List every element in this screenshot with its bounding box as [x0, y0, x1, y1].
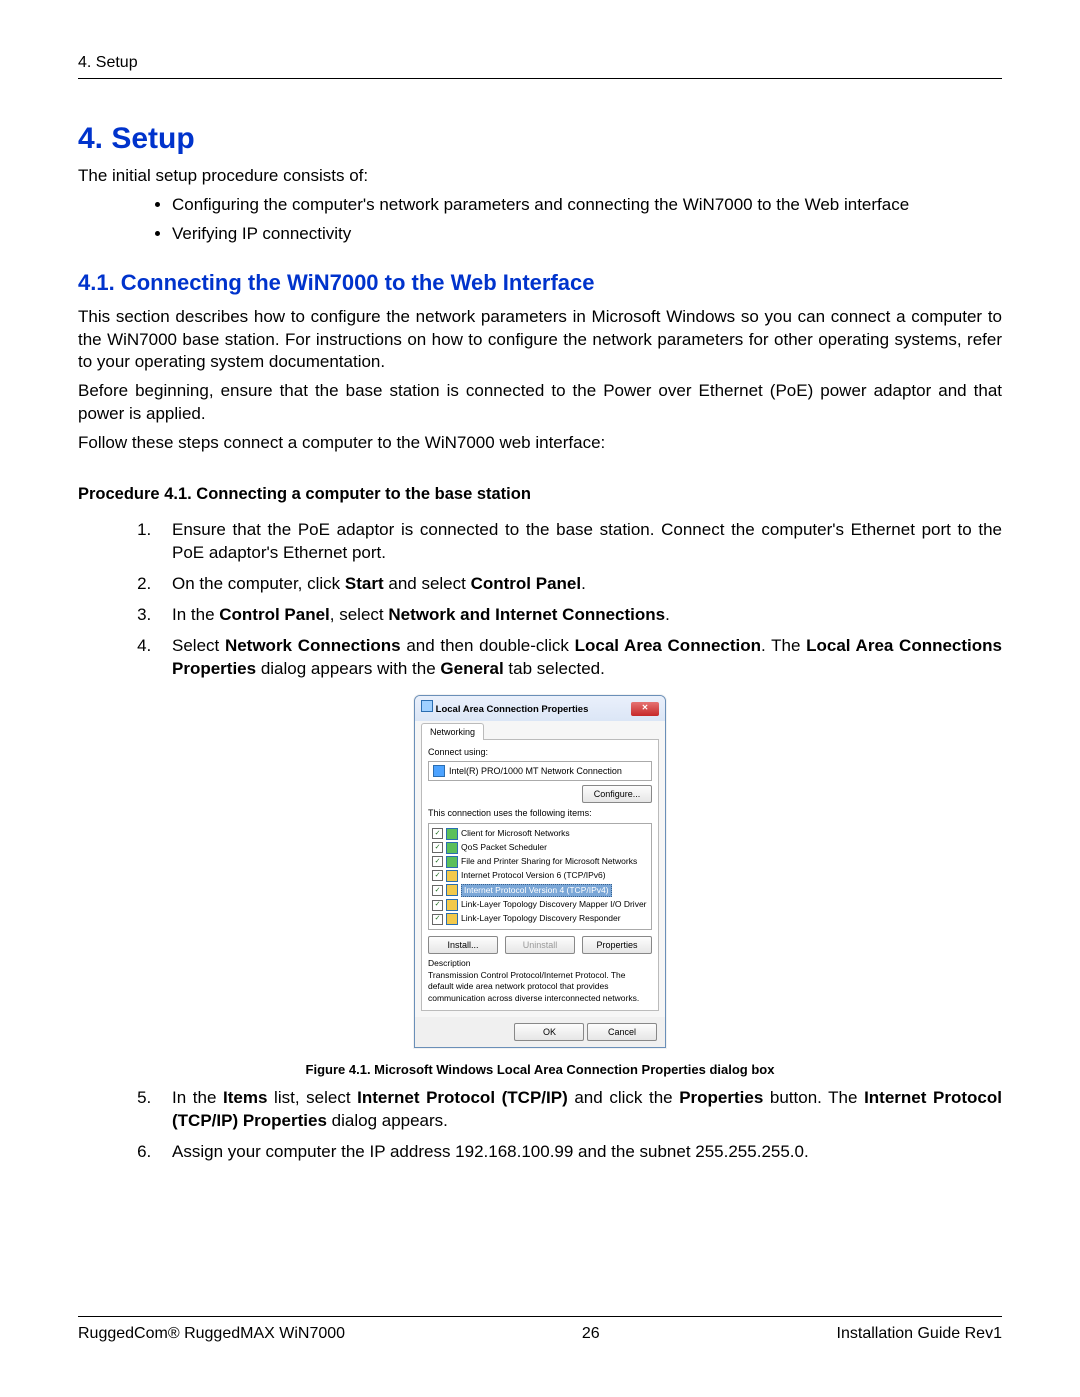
connection-items-list[interactable]: ✓Client for Microsoft Networks ✓QoS Pack…: [428, 823, 652, 930]
para-2: Before beginning, ensure that the base s…: [78, 380, 1002, 426]
checkbox-icon: ✓: [432, 856, 443, 867]
step-3: In the Control Panel, select Network and…: [156, 604, 1002, 627]
figure-caption: Figure 4.1. Microsoft Windows Local Area…: [78, 1061, 1002, 1079]
intro-text: The initial setup procedure consists of:: [78, 165, 1002, 188]
service-icon: [446, 856, 458, 868]
checkbox-icon: ✓: [432, 900, 443, 911]
dialog-title: Local Area Connection Properties: [436, 704, 589, 715]
footer-left: RuggedCom® RuggedMAX WiN7000: [78, 1323, 345, 1345]
configure-button[interactable]: Configure...: [582, 785, 652, 803]
page-header: 4. Setup: [78, 52, 1002, 79]
cancel-button[interactable]: Cancel: [587, 1023, 657, 1041]
para-3: Follow these steps connect a computer to…: [78, 432, 1002, 455]
description-label: Description: [428, 958, 652, 969]
tab-networking[interactable]: Networking: [421, 723, 484, 740]
close-icon[interactable]: ✕: [631, 702, 659, 716]
protocol-icon: [446, 899, 458, 911]
subsection-heading: 4.1. Connecting the WiN7000 to the Web I…: [78, 268, 1002, 298]
list-item[interactable]: ✓Link-Layer Topology Discovery Responder: [432, 912, 648, 926]
items-label: This connection uses the following items…: [428, 807, 652, 819]
checkbox-icon: ✓: [432, 842, 443, 853]
step-2: On the computer, click Start and select …: [156, 573, 1002, 596]
step-6: Assign your computer the IP address 192.…: [156, 1141, 1002, 1164]
list-item[interactable]: ✓Internet Protocol Version 6 (TCP/IPv6): [432, 869, 648, 883]
adapter-icon: [433, 765, 445, 777]
ok-button[interactable]: OK: [514, 1023, 584, 1041]
procedure-steps: Ensure that the PoE adaptor is connected…: [134, 519, 1002, 681]
para-1: This section describes how to configure …: [78, 306, 1002, 375]
checkbox-icon: ✓: [432, 914, 443, 925]
adapter-field: Intel(R) PRO/1000 MT Network Connection: [428, 761, 652, 781]
footer-page-number: 26: [582, 1323, 600, 1345]
section-heading: 4. Setup: [78, 119, 1002, 160]
bullet-1: Configuring the computer's network param…: [172, 194, 1002, 217]
step-5: In the Items list, select Internet Proto…: [156, 1087, 1002, 1133]
uninstall-button: Uninstall: [505, 936, 575, 954]
bullet-2: Verifying IP connectivity: [172, 223, 1002, 246]
intro-bullets: Configuring the computer's network param…: [134, 194, 1002, 246]
procedure-steps-cont: In the Items list, select Internet Proto…: [134, 1087, 1002, 1164]
checkbox-icon: ✓: [432, 885, 443, 896]
install-button[interactable]: Install...: [428, 936, 498, 954]
step-1: Ensure that the PoE adaptor is connected…: [156, 519, 1002, 565]
window-icon: [421, 700, 433, 712]
procedure-title: Procedure 4.1. Connecting a computer to …: [78, 483, 1002, 505]
list-item[interactable]: ✓QoS Packet Scheduler: [432, 841, 648, 855]
page-footer: RuggedCom® RuggedMAX WiN7000 26 Installa…: [78, 1316, 1002, 1345]
service-icon: [446, 842, 458, 854]
checkbox-icon: ✓: [432, 870, 443, 881]
step-4: Select Network Connections and then doub…: [156, 635, 1002, 681]
footer-right: Installation Guide Rev1: [837, 1323, 1002, 1345]
protocol-icon: [446, 913, 458, 925]
dialog-local-area-connection-properties: Local Area Connection Properties ✕ Netwo…: [414, 695, 666, 1048]
list-item[interactable]: ✓File and Printer Sharing for Microsoft …: [432, 855, 648, 869]
list-item[interactable]: ✓Client for Microsoft Networks: [432, 827, 648, 841]
list-item[interactable]: ✓Link-Layer Topology Discovery Mapper I/…: [432, 898, 648, 912]
service-icon: [446, 828, 458, 840]
figure-4-1: Local Area Connection Properties ✕ Netwo…: [78, 695, 1002, 1079]
connect-using-label: Connect using:: [428, 746, 652, 758]
protocol-icon: [446, 870, 458, 882]
protocol-icon: [446, 884, 458, 896]
checkbox-icon: ✓: [432, 828, 443, 839]
properties-button[interactable]: Properties: [582, 936, 652, 954]
description-text: Transmission Control Protocol/Internet P…: [428, 970, 652, 1004]
list-item-selected[interactable]: ✓Internet Protocol Version 4 (TCP/IPv4): [432, 883, 648, 898]
